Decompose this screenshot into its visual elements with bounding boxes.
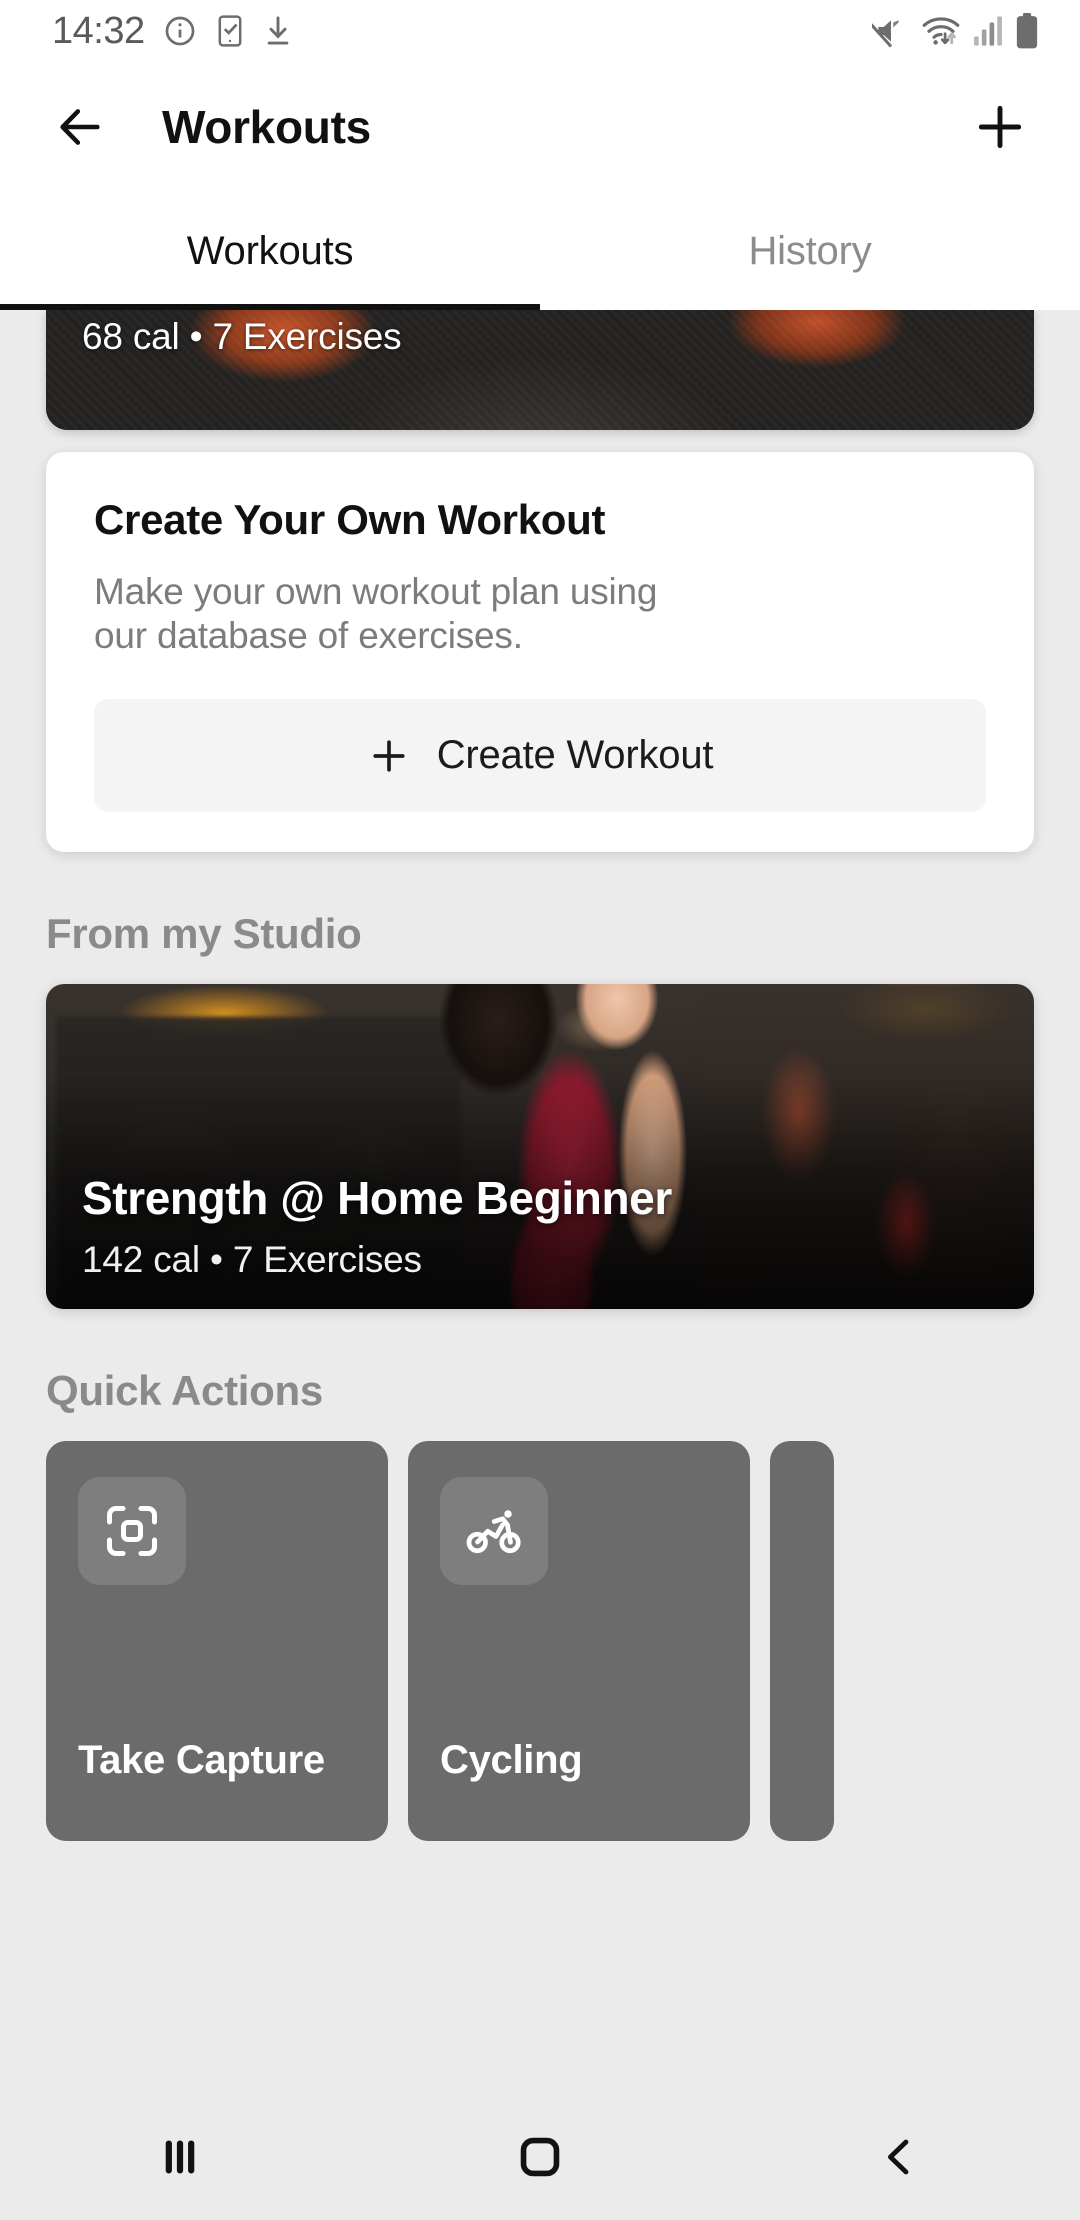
tab-history-label: History <box>748 228 872 273</box>
quick-action-icon-wrapper <box>78 1477 186 1586</box>
create-workout-description: Make your own workout plan using our dat… <box>94 571 658 656</box>
quick-action-cycling-label: Cycling <box>440 1738 583 1783</box>
plus-icon <box>978 105 1022 149</box>
info-icon <box>165 16 194 46</box>
tab-history[interactable]: History <box>540 192 1080 310</box>
tab-workouts[interactable]: Workouts <box>0 192 540 310</box>
create-workout-card: Create Your Own Workout Make your own wo… <box>46 452 1034 853</box>
quick-action-take-capture[interactable]: Take Capture <box>46 1441 388 1842</box>
tab-workouts-label: Workouts <box>186 228 354 273</box>
status-bar: 14:32 <box>0 0 1080 62</box>
scan-capture-icon <box>107 1506 157 1557</box>
signal-icon <box>974 16 1002 46</box>
app-bar: Workouts <box>0 62 1080 192</box>
workout-card-peek[interactable]: 68 cal • 7 Exercises <box>46 310 1034 430</box>
battery-icon <box>1016 12 1038 49</box>
workout-card-peek-subtitle: 68 cal • 7 Exercises <box>82 316 402 357</box>
mute-icon <box>872 19 899 48</box>
back-button[interactable] <box>48 95 112 159</box>
tab-bar: Workouts History <box>0 192 1080 310</box>
status-bar-clock: 14:32 <box>52 9 145 52</box>
quick-action-cycling[interactable]: Cycling <box>408 1441 750 1842</box>
phone-check-icon <box>218 15 242 47</box>
section-heading-studio: From my Studio <box>46 910 362 958</box>
add-workout-button[interactable] <box>968 95 1032 159</box>
quick-actions-row[interactable]: Take Capture Cycling <box>0 1441 1080 1842</box>
create-workout-button-label: Create Workout <box>436 733 714 778</box>
tab-indicator <box>0 304 540 310</box>
status-bar-left: 14:32 <box>52 10 293 53</box>
studio-workout-title: Strength @ Home Beginner <box>82 1172 672 1225</box>
studio-card-text: Strength @ Home Beginner 142 cal • 7 Exe… <box>82 1171 998 1281</box>
plus-icon <box>373 740 405 772</box>
wifi-icon <box>922 17 960 45</box>
page-title: Workouts <box>162 101 371 153</box>
create-workout-button[interactable]: Create Workout <box>94 699 986 813</box>
quick-action-take-capture-label: Take Capture <box>78 1738 325 1783</box>
create-workout-title: Create Your Own Workout <box>94 496 606 543</box>
studio-workout-card[interactable]: Strength @ Home Beginner 142 cal • 7 Exe… <box>46 984 1034 1310</box>
section-heading-quick-actions: Quick Actions <box>46 1367 323 1415</box>
status-bar-right <box>872 12 1040 50</box>
studio-workout-subtitle: 142 cal • 7 Exercises <box>82 1239 422 1281</box>
quick-action-partial[interactable] <box>770 1441 834 1842</box>
quick-action-icon-wrapper <box>440 1477 548 1586</box>
back-arrow-icon <box>60 109 100 145</box>
cycling-icon <box>466 1510 521 1554</box>
download-icon <box>267 16 288 45</box>
workouts-scroll-area[interactable]: 68 cal • 7 Exercises Create Your Own Wor… <box>0 310 1080 2220</box>
